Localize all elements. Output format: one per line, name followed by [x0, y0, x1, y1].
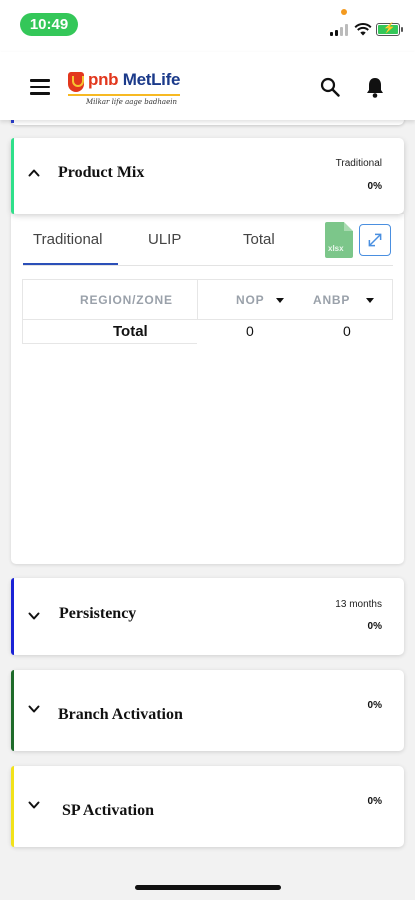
sort-anbp-icon[interactable]	[366, 298, 374, 303]
chevron-down-icon[interactable]	[28, 610, 40, 622]
table-header-row: REGION/ZONE NOP ANBP	[22, 279, 393, 320]
logo-mark-icon	[68, 72, 84, 92]
chevron-down-icon[interactable]	[28, 703, 40, 715]
tab-total[interactable]: Total	[243, 231, 275, 248]
persistency-percent: 0%	[367, 621, 382, 632]
sp-activation-title: SP Activation	[62, 802, 155, 819]
battery-icon: ⚡	[376, 23, 403, 36]
table-cell-label: Total	[113, 323, 148, 340]
privacy-indicator-dot	[341, 9, 347, 15]
status-time: 10:49	[20, 13, 78, 36]
persistency-accent	[11, 578, 14, 655]
tab-traditional[interactable]: Traditional	[33, 231, 102, 248]
table-cell-nop: 0	[246, 323, 254, 339]
persistency-title: Persistency	[59, 605, 137, 622]
sp-activation-accent	[11, 766, 14, 847]
app-header: pnb MetLife Milkar life aage badhaein	[0, 52, 415, 120]
notification-bell-icon[interactable]	[365, 76, 385, 98]
persistency-sublabel: 13 months	[335, 599, 382, 610]
product-mix-card-body: Traditional ULIP Total xlsx REGION/ZONE …	[11, 214, 404, 564]
branch-activation-title: Branch Activation	[58, 706, 183, 723]
table-row: Total 0 0	[22, 320, 393, 344]
export-xlsx-button[interactable]: xlsx	[325, 222, 353, 258]
table-cell-anbp: 0	[343, 323, 351, 339]
cellular-signal-icon	[330, 24, 348, 36]
branch-activation-accent	[11, 670, 14, 751]
sp-activation-percent: 0%	[367, 796, 382, 807]
sp-activation-card[interactable]: SP Activation 0%	[11, 766, 404, 847]
column-header-anbp[interactable]: ANBP	[313, 293, 350, 307]
hamburger-menu-icon[interactable]	[30, 79, 50, 95]
wifi-icon	[354, 23, 372, 36]
tab-ulip[interactable]: ULIP	[148, 231, 181, 248]
column-header-region-zone[interactable]: REGION/ZONE	[80, 293, 173, 307]
xlsx-file-icon: xlsx	[328, 244, 344, 253]
chevron-up-icon[interactable]	[28, 167, 40, 179]
home-indicator[interactable]	[135, 885, 281, 890]
chevron-down-icon[interactable]	[28, 799, 40, 811]
branch-activation-card[interactable]: Branch Activation 0%	[11, 670, 404, 751]
persistency-card[interactable]: Persistency 13 months 0%	[11, 578, 404, 655]
logo-wordmark: pnb MetLife	[88, 70, 181, 89]
product-mix-title: Product Mix	[58, 164, 145, 181]
product-mix-card-header[interactable]: Product Mix Traditional 0%	[11, 138, 404, 214]
column-header-nop[interactable]: NOP	[236, 293, 264, 307]
pnb-metlife-logo: pnb MetLife Milkar life aage badhaein	[68, 70, 188, 112]
search-icon[interactable]	[320, 77, 340, 97]
product-mix-sublabel: Traditional	[335, 158, 382, 169]
product-mix-percent: 0%	[367, 181, 382, 192]
expand-icon[interactable]	[359, 224, 391, 256]
status-bar: 10:49 ⚡	[0, 0, 415, 52]
logo-tagline: Milkar life aage badhaein	[86, 98, 177, 106]
sort-nop-icon[interactable]	[276, 298, 284, 303]
branch-activation-percent: 0%	[367, 700, 382, 711]
product-mix-accent	[11, 138, 14, 214]
